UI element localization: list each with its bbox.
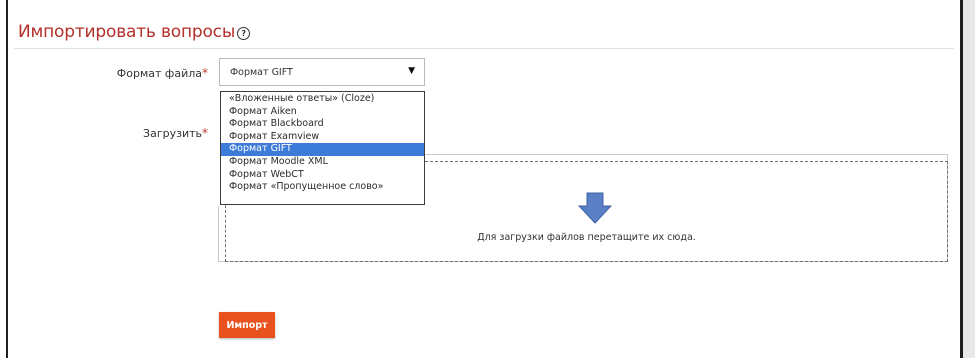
- file-format-label-text: Формат файла: [116, 67, 202, 80]
- caret-down-icon: ▼: [408, 66, 415, 76]
- file-format-label: Формат файла*: [90, 66, 208, 80]
- dropzone-outer-border: [425, 154, 948, 155]
- format-option[interactable]: «Вложенные ответы» (Cloze): [221, 93, 424, 106]
- file-format-options[interactable]: «Вложенные ответы» (Cloze) Формат Aiken Фо…: [220, 91, 425, 205]
- format-option[interactable]: Формат Blackboard: [221, 118, 424, 131]
- question-circle-icon[interactable]: ?: [237, 27, 251, 40]
- required-marker: *: [202, 126, 208, 140]
- file-format-selected-value: Формат GIFT: [230, 67, 293, 78]
- import-button[interactable]: Импорт: [219, 312, 275, 338]
- format-option[interactable]: Формат Aiken: [221, 106, 424, 119]
- format-option[interactable]: Формат Moodle XML: [221, 156, 424, 169]
- dropzone-text: Для загрузки файлов перетащите их сюда.: [477, 232, 696, 243]
- format-option[interactable]: Формат Examview: [221, 131, 424, 144]
- section-title: Импортировать вопросы?: [18, 22, 251, 42]
- format-option[interactable]: Формат WebCT: [221, 169, 424, 182]
- window-edge: [963, 0, 975, 358]
- upload-label-text: Загрузить: [143, 127, 202, 140]
- required-marker: *: [202, 66, 208, 80]
- title-divider: [14, 48, 954, 49]
- format-option[interactable]: Формат «Пропущенное слово»: [221, 181, 424, 194]
- format-option[interactable]: Формат GIFT: [221, 143, 424, 156]
- window-frame-left: [6, 0, 8, 358]
- arrow-down-icon: [578, 192, 612, 224]
- upload-label: Загрузить*: [90, 126, 208, 140]
- section-title-text: Импортировать вопросы: [18, 22, 236, 42]
- file-format-select[interactable]: Формат GIFT ▼: [219, 58, 425, 86]
